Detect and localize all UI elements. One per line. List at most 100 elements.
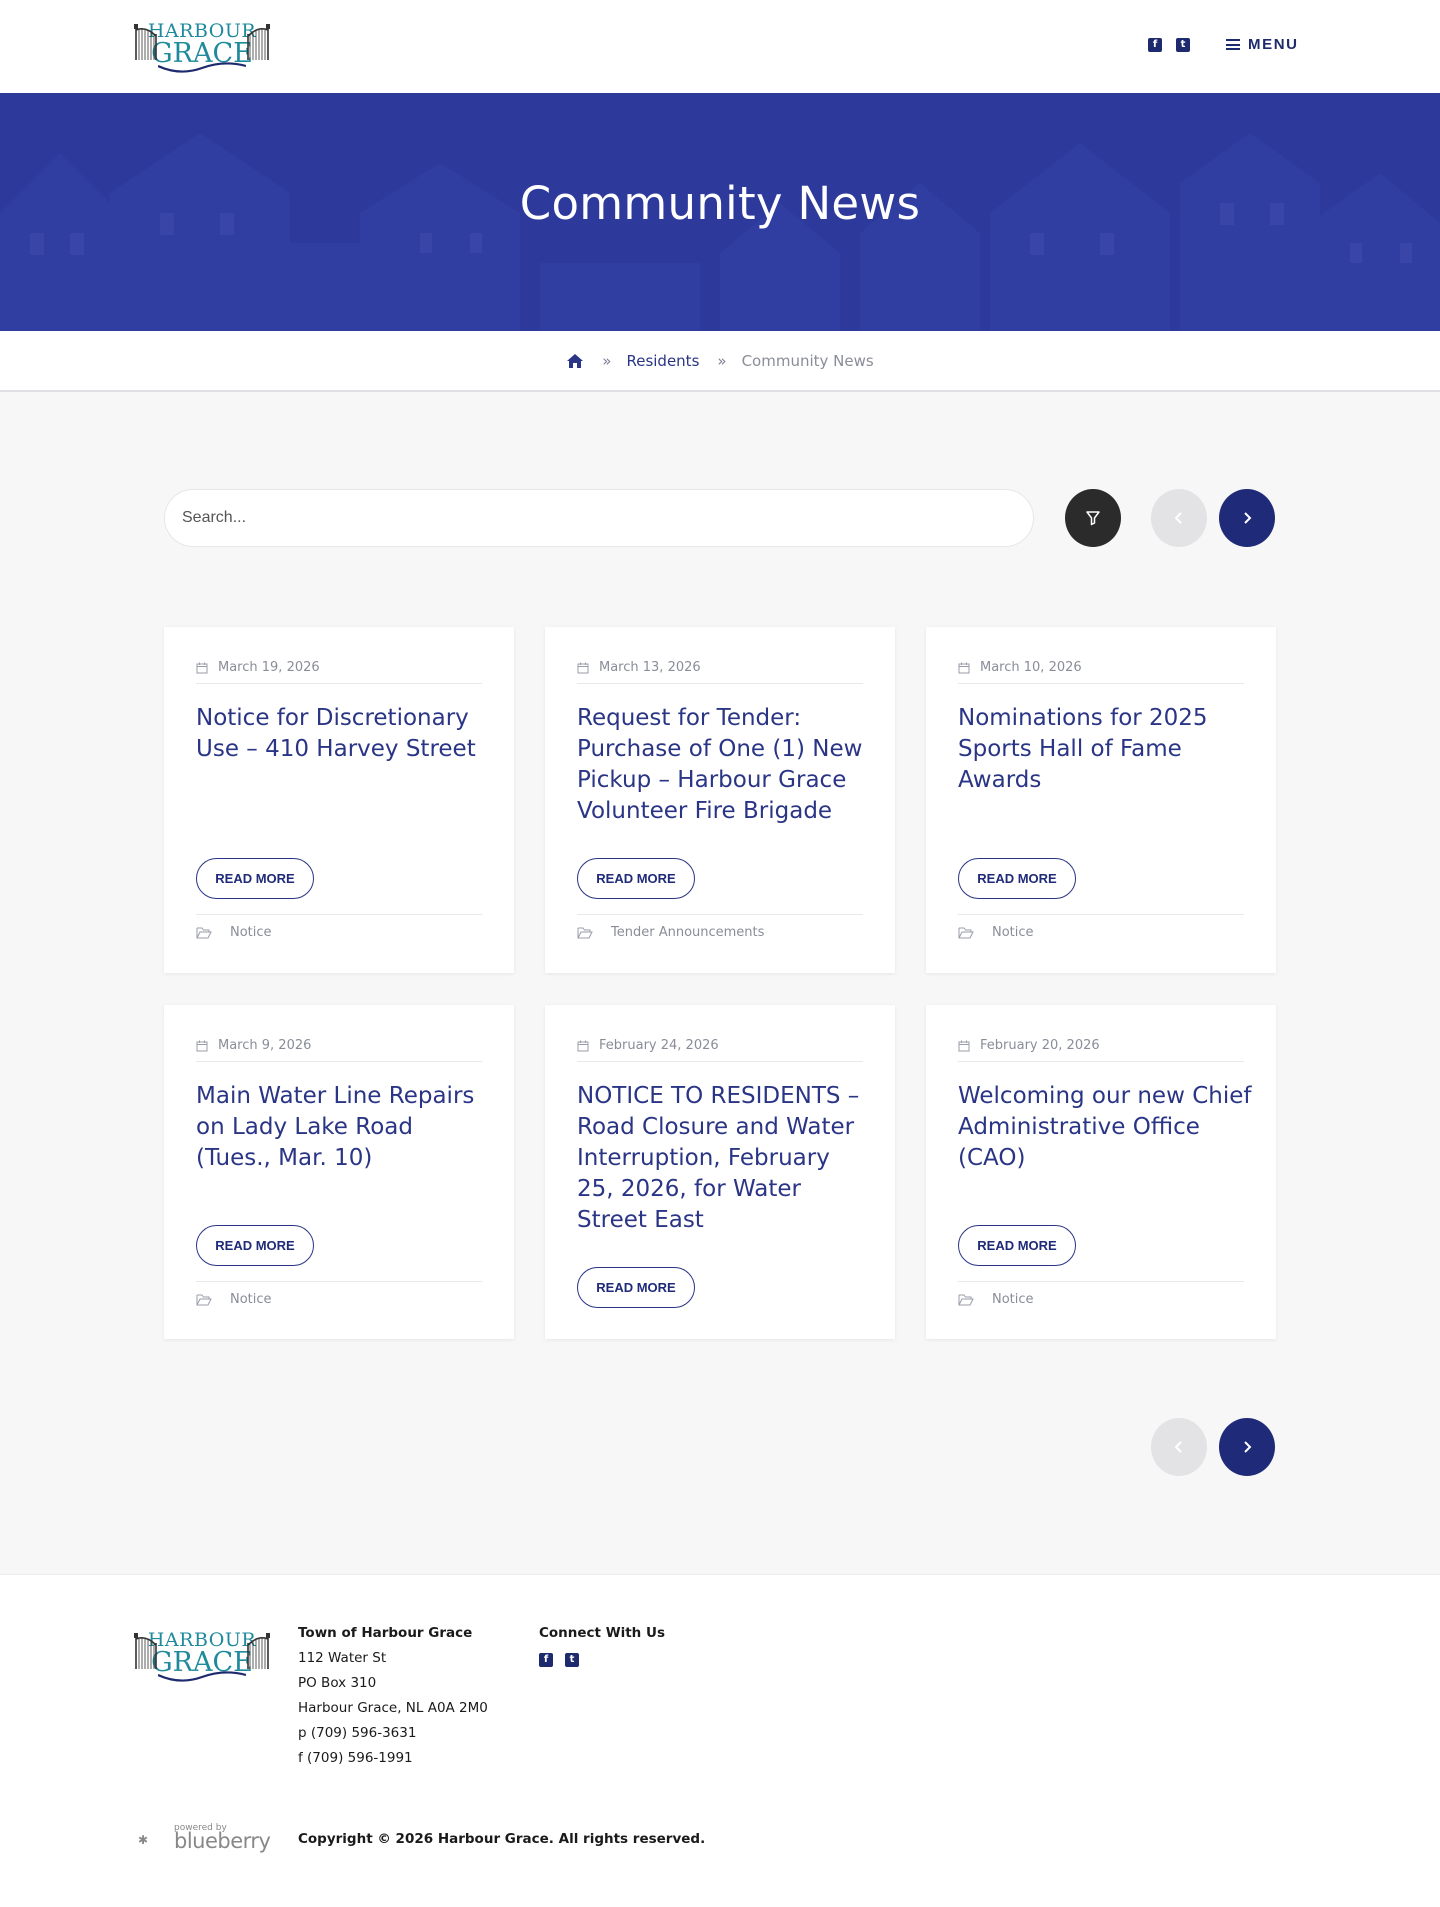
chevron-left-icon — [1174, 512, 1182, 524]
logo-wave-icon — [158, 1671, 246, 1682]
menu-button[interactable]: MENU — [1226, 36, 1299, 53]
hamburger-icon — [1226, 39, 1240, 50]
logo-wave-icon — [158, 62, 246, 73]
breadcrumb-residents[interactable]: Residents — [626, 352, 699, 370]
powered-by-blueberry[interactable]: ✱ powered by blueberry — [138, 1823, 274, 1853]
folder-icon — [196, 927, 212, 938]
site-footer: HARBOUR GRACE Town of Harbour Grace 112 … — [0, 1574, 1440, 1907]
read-more-button[interactable]: READ MORE — [958, 1225, 1076, 1266]
card-date-text: March 9, 2026 — [218, 1038, 312, 1053]
calendar-icon — [958, 1040, 970, 1052]
card-title[interactable]: Nominations for 2025 Sports Hall of Fame… — [958, 703, 1252, 796]
copyright: Copyright © 2026 Harbour Grace. All righ… — [298, 1831, 706, 1847]
footer-connect-heading: Connect With Us — [539, 1625, 665, 1641]
folder-icon — [958, 927, 974, 938]
card-category-text[interactable]: Notice — [992, 925, 1034, 940]
card-category: Tender Announcements — [577, 914, 863, 950]
card-date: February 24, 2026 — [577, 1029, 863, 1062]
folder-icon — [196, 1294, 212, 1305]
card-title[interactable]: Main Water Line Repairs on Lady Lake Roa… — [196, 1081, 490, 1174]
chevron-left-icon — [1174, 1441, 1182, 1453]
card-date: March 13, 2026 — [577, 651, 863, 684]
gate-left-icon — [134, 24, 157, 60]
prev-page-button[interactable] — [1151, 489, 1207, 547]
folder-icon — [577, 927, 593, 938]
footer-address-line: PO Box 310 — [298, 1675, 377, 1691]
header-social-links: f t — [1148, 38, 1190, 52]
card-date: February 20, 2026 — [958, 1029, 1244, 1062]
read-more-button[interactable]: READ MORE — [958, 858, 1076, 899]
card-category-text[interactable]: Notice — [230, 925, 272, 940]
calendar-icon — [196, 1040, 208, 1052]
card-title[interactable]: NOTICE TO RESIDENTS – Road Closure and W… — [577, 1081, 871, 1236]
next-page-button-bottom[interactable] — [1219, 1418, 1275, 1476]
menu-label: MENU — [1248, 36, 1299, 53]
news-card: March 9, 2026 Main Water Line Repairs on… — [164, 1005, 514, 1339]
card-date: March 9, 2026 — [196, 1029, 482, 1062]
breadcrumb-separator-icon: » — [717, 351, 726, 370]
filter-icon — [1086, 511, 1100, 526]
facebook-icon[interactable]: f — [1148, 38, 1162, 52]
blueberry-brand: blueberry — [174, 1829, 271, 1853]
prev-page-button-bottom[interactable] — [1151, 1418, 1207, 1476]
read-more-button[interactable]: READ MORE — [577, 1267, 695, 1308]
footer-address-line: 112 Water St — [298, 1650, 387, 1666]
gate-left-icon — [134, 1633, 157, 1669]
card-category-text[interactable]: Notice — [992, 1292, 1034, 1307]
card-date-text: March 10, 2026 — [980, 660, 1082, 675]
facebook-icon[interactable]: f — [539, 1653, 553, 1667]
chevron-right-icon — [1244, 1441, 1252, 1453]
card-category: Notice — [196, 1281, 482, 1317]
card-date-text: February 20, 2026 — [980, 1038, 1100, 1053]
card-date-text: February 24, 2026 — [599, 1038, 719, 1053]
footer-address-heading: Town of Harbour Grace — [298, 1625, 473, 1641]
search-input[interactable] — [164, 489, 1034, 547]
chevron-right-icon — [1244, 512, 1252, 524]
card-date-text: March 13, 2026 — [599, 660, 701, 675]
footer-phone[interactable]: p (709) 596-3631 — [298, 1721, 488, 1746]
next-page-button[interactable] — [1219, 489, 1275, 547]
calendar-icon — [196, 662, 208, 674]
card-category-text[interactable]: Tender Announcements — [611, 925, 764, 940]
calendar-icon — [577, 662, 589, 674]
footer-social-links: f t — [539, 1653, 665, 1667]
footer-address: Town of Harbour Grace 112 Water St PO Bo… — [298, 1621, 488, 1771]
harbour-grace-logo[interactable]: HARBOUR GRACE — [134, 16, 270, 74]
card-title[interactable]: Notice for Discretionary Use – 410 Harve… — [196, 703, 490, 765]
hero-banner: Community News — [0, 93, 1440, 331]
news-card: March 19, 2026 Notice for Discretionary … — [164, 627, 514, 973]
read-more-button[interactable]: READ MORE — [196, 858, 314, 899]
news-card: February 24, 2026 NOTICE TO RESIDENTS – … — [545, 1005, 895, 1339]
calendar-icon — [577, 1040, 589, 1052]
folder-icon — [958, 1294, 974, 1305]
card-category: Notice — [958, 914, 1244, 950]
breadcrumb-separator-icon: » — [602, 351, 611, 370]
card-date-text: March 19, 2026 — [218, 660, 320, 675]
home-icon[interactable] — [566, 353, 584, 369]
card-category: Notice — [958, 1281, 1244, 1317]
breadcrumb: » Residents » Community News — [0, 331, 1440, 392]
filter-button[interactable] — [1065, 489, 1121, 547]
card-title[interactable]: Welcoming our new Chief Administrative O… — [958, 1081, 1252, 1174]
site-header: HARBOUR GRACE f t MENU — [0, 0, 1440, 93]
read-more-button[interactable]: READ MORE — [577, 858, 695, 899]
footer-connect: Connect With Us f t — [539, 1621, 665, 1667]
twitter-icon[interactable]: t — [1176, 38, 1190, 52]
calendar-icon — [958, 662, 970, 674]
footer-address-line: Harbour Grace, NL A0A 2M0 — [298, 1700, 488, 1716]
footer-fax: f (709) 596-1991 — [298, 1750, 413, 1766]
breadcrumb-current: Community News — [741, 351, 874, 370]
card-category-text[interactable]: Notice — [230, 1292, 272, 1307]
news-card: March 13, 2026 Request for Tender: Purch… — [545, 627, 895, 973]
twitter-icon[interactable]: t — [565, 1653, 579, 1667]
gate-right-icon — [247, 1633, 270, 1669]
card-title[interactable]: Request for Tender: Purchase of One (1) … — [577, 703, 871, 827]
gate-right-icon — [247, 24, 270, 60]
footer-logo[interactable]: HARBOUR GRACE — [134, 1625, 270, 1683]
read-more-button[interactable]: READ MORE — [196, 1225, 314, 1266]
news-card: March 10, 2026 Nominations for 2025 Spor… — [926, 627, 1276, 973]
page-title: Community News — [519, 177, 921, 230]
blueberry-star-icon: ✱ — [138, 1833, 149, 1847]
card-date: March 19, 2026 — [196, 651, 482, 684]
card-category: Notice — [196, 914, 482, 950]
